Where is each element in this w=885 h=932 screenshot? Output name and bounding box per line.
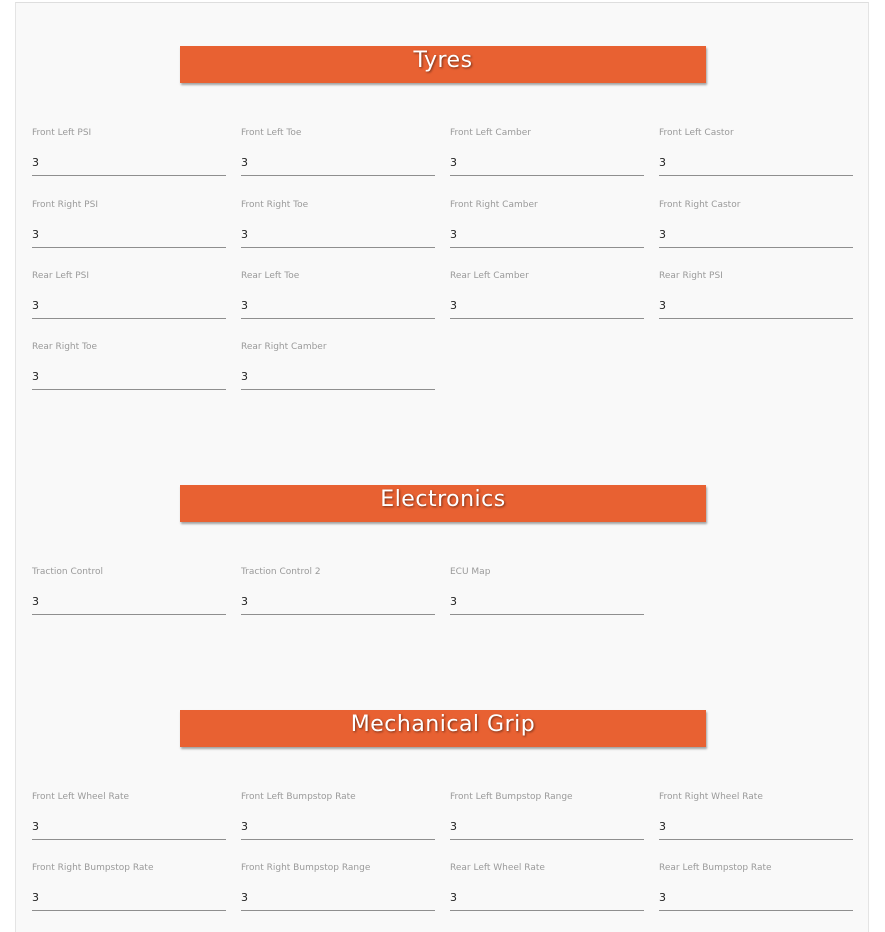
field-traction-control: Traction Control	[32, 567, 226, 623]
field-front-right-toe: Front Right Toe	[241, 200, 435, 256]
front-left-camber-input[interactable]	[450, 150, 644, 176]
field-label: Front Left Camber	[450, 128, 531, 138]
front-left-toe-input[interactable]	[241, 150, 435, 176]
front-left-wheel-rate-input[interactable]	[32, 814, 226, 840]
field-front-left-psi: Front Left PSI	[32, 128, 226, 184]
rear-left-bumpstop-rate-input[interactable]	[659, 885, 853, 911]
field-label: Front Left Castor	[659, 128, 734, 138]
ecu-map-input[interactable]	[450, 589, 644, 615]
field-label: Traction Control	[32, 567, 103, 577]
field-label: Rear Left Wheel Rate	[450, 863, 545, 873]
field-label: Rear Right Toe	[32, 342, 98, 352]
field-rear-left-psi: Rear Left PSI	[32, 271, 226, 327]
field-rear-right-camber: Rear Right Camber	[241, 342, 435, 398]
front-right-camber-input[interactable]	[450, 222, 644, 248]
front-left-bumpstop-range-input[interactable]	[450, 814, 644, 840]
field-label: Rear Right Camber	[241, 342, 327, 352]
field-front-left-bumpstop-range: Front Left Bumpstop Range	[450, 792, 644, 848]
field-label: Front Left Bumpstop Rate	[241, 792, 356, 802]
field-rear-left-wheel-rate: Rear Left Wheel Rate	[450, 863, 644, 919]
field-front-left-camber: Front Left Camber	[450, 128, 644, 184]
field-rear-right-psi: Rear Right PSI	[659, 271, 853, 327]
field-label: Traction Control 2	[241, 567, 321, 577]
tyres-section-header: Tyres	[180, 46, 706, 83]
field-label: Rear Left PSI	[32, 271, 90, 281]
field-front-right-bumpstop-range: Front Right Bumpstop Range	[241, 863, 435, 919]
rear-left-toe-input[interactable]	[241, 293, 435, 319]
field-label: Front Left Wheel Rate	[32, 792, 130, 802]
rear-right-psi-input[interactable]	[659, 293, 853, 319]
field-front-left-castor: Front Left Castor	[659, 128, 853, 184]
field-label: Rear Left Toe	[241, 271, 300, 281]
field-label: Rear Right PSI	[659, 271, 723, 281]
front-left-bumpstop-rate-input[interactable]	[241, 814, 435, 840]
rear-right-toe-input[interactable]	[32, 364, 226, 390]
front-right-toe-input[interactable]	[241, 222, 435, 248]
rear-right-camber-input[interactable]	[241, 364, 435, 390]
front-left-psi-input[interactable]	[32, 150, 226, 176]
field-label: Front Right Toe	[241, 200, 309, 210]
field-label: Front Right Bumpstop Range	[241, 863, 371, 873]
field-rear-left-camber: Rear Left Camber	[450, 271, 644, 327]
rear-left-camber-input[interactable]	[450, 293, 644, 319]
field-label: ECU Map	[450, 567, 491, 577]
field-front-right-psi: Front Right PSI	[32, 200, 226, 256]
electronics-section-header: Electronics	[180, 485, 706, 522]
field-front-right-castor: Front Right Castor	[659, 200, 853, 256]
field-label: Rear Left Camber	[450, 271, 529, 281]
mechanical-grip-section-header: Mechanical Grip	[180, 710, 706, 747]
front-left-castor-input[interactable]	[659, 150, 853, 176]
field-front-left-toe: Front Left Toe	[241, 128, 435, 184]
field-label: Front Right Camber	[450, 200, 538, 210]
rear-left-wheel-rate-input[interactable]	[450, 885, 644, 911]
field-front-left-bumpstop-rate: Front Left Bumpstop Rate	[241, 792, 435, 848]
field-front-right-bumpstop-rate: Front Right Bumpstop Rate	[32, 863, 226, 919]
front-right-psi-input[interactable]	[32, 222, 226, 248]
field-label: Front Right PSI	[32, 200, 98, 210]
field-label: Rear Left Bumpstop Rate	[659, 863, 772, 873]
front-right-bumpstop-rate-input[interactable]	[32, 885, 226, 911]
field-rear-left-bumpstop-rate: Rear Left Bumpstop Rate	[659, 863, 853, 919]
field-traction-control-2: Traction Control 2	[241, 567, 435, 623]
front-right-castor-input[interactable]	[659, 222, 853, 248]
field-label: Front Right Wheel Rate	[659, 792, 763, 802]
field-label: Front Right Bumpstop Rate	[32, 863, 154, 873]
field-label: Front Right Castor	[659, 200, 741, 210]
front-right-bumpstop-range-input[interactable]	[241, 885, 435, 911]
field-rear-left-toe: Rear Left Toe	[241, 271, 435, 327]
field-label: Front Left PSI	[32, 128, 92, 138]
field-label: Front Left Bumpstop Range	[450, 792, 573, 802]
field-label: Front Left Toe	[241, 128, 302, 138]
rear-left-psi-input[interactable]	[32, 293, 226, 319]
field-rear-right-toe: Rear Right Toe	[32, 342, 226, 398]
field-front-right-camber: Front Right Camber	[450, 200, 644, 256]
front-right-wheel-rate-input[interactable]	[659, 814, 853, 840]
traction-control-input[interactable]	[32, 589, 226, 615]
field-front-left-wheel-rate: Front Left Wheel Rate	[32, 792, 226, 848]
traction-control-2-input[interactable]	[241, 589, 435, 615]
field-ecu-map: ECU Map	[450, 567, 644, 623]
field-front-right-wheel-rate: Front Right Wheel Rate	[659, 792, 853, 848]
